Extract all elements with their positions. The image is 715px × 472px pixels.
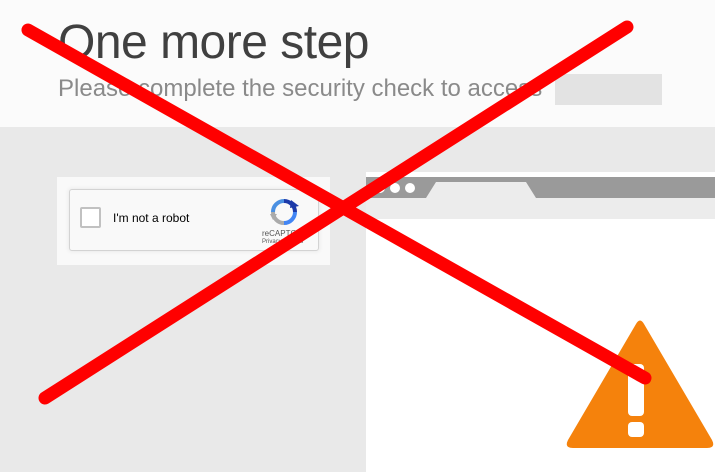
window-dot: [405, 183, 415, 193]
browser-tab-bar: [366, 177, 715, 198]
recaptcha-logo-icon: [270, 199, 299, 225]
checkbox-label: I'm not a robot: [113, 211, 190, 225]
not-a-robot-checkbox[interactable]: [80, 207, 101, 228]
page-subtitle: Please complete the security check to ac…: [58, 75, 543, 102]
recaptcha-privacy-terms: Privacy - Terms: [262, 239, 304, 245]
recaptcha-brand-text: reCAPTCHA: [262, 229, 308, 238]
page-title: One more step: [58, 16, 369, 69]
redacted-domain: [555, 74, 662, 105]
browser-window-illustration: [366, 172, 715, 472]
window-dot: [375, 183, 385, 193]
browser-tab: [426, 182, 536, 198]
window-dot: [390, 183, 400, 193]
